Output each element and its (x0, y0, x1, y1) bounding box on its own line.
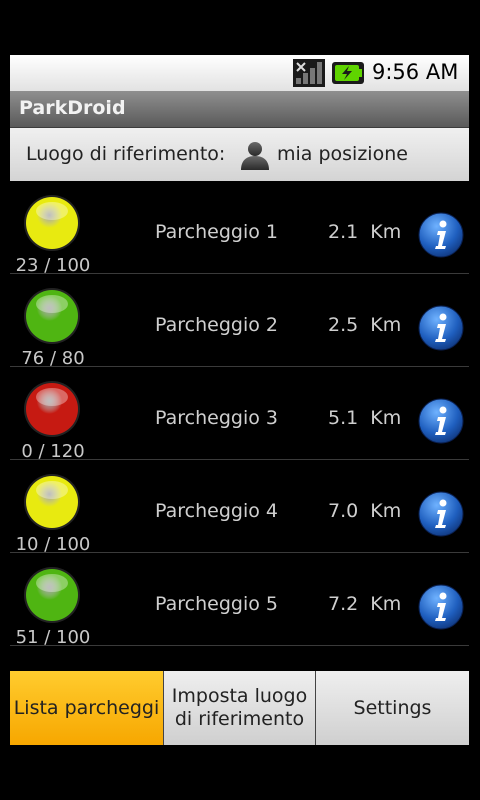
availability-count: 23 / 100 (15, 255, 91, 276)
reference-value: mia posizione (277, 143, 408, 165)
parking-name: Parcheggio 4 (155, 500, 278, 522)
info-icon[interactable] (418, 305, 464, 351)
parking-name: Parcheggio 2 (155, 314, 278, 336)
reference-label: Luogo di riferimento: (26, 143, 226, 165)
parking-row[interactable]: 0 / 120 Parcheggio 3 5.1 Km (10, 367, 469, 462)
parking-name: Parcheggio 5 (155, 593, 278, 615)
clock: 9:56 AM (372, 60, 459, 84)
tab-imposta-luogo[interactable]: Imposta luogo di riferimento (164, 671, 316, 745)
parking-distance: 7.0 Km (328, 500, 402, 522)
availability-count: 51 / 100 (15, 627, 91, 648)
availability-light-icon (24, 288, 80, 344)
parking-distance: 2.5 Km (328, 314, 402, 336)
parking-list: 23 / 100 Parcheggio 1 2.1 Km 76 / 80 Parcheg… (10, 181, 469, 671)
availability-light-icon (24, 381, 80, 437)
app-title: ParkDroid (19, 97, 126, 119)
tab-lista-parcheggi[interactable]: Lista parcheggi (10, 671, 164, 745)
availability-light-icon (24, 474, 80, 530)
tab-bar: Lista parcheggi Imposta luogo di riferim… (10, 671, 469, 745)
reference-location-bar[interactable]: Luogo di riferimento: mia posizione (10, 128, 469, 181)
person-icon (241, 142, 269, 170)
availability-count: 10 / 100 (15, 534, 91, 555)
parking-row[interactable]: 10 / 100 Parcheggio 4 7.0 Km (10, 460, 469, 555)
parking-row[interactable]: 76 / 80 Parcheggio 2 2.5 Km (10, 274, 469, 369)
availability-light-icon (24, 195, 80, 251)
signal-icon (293, 59, 325, 87)
parking-distance: 7.2 Km (328, 593, 402, 615)
info-icon[interactable] (418, 491, 464, 537)
parking-row[interactable]: 51 / 100 Parcheggio 5 7.2 Km (10, 553, 469, 648)
phone-screen: 9:56 AM ParkDroid Luogo di riferimento: … (10, 55, 469, 745)
availability-light-icon (24, 567, 80, 623)
battery-charging-icon (332, 62, 364, 84)
title-bar: ParkDroid (10, 91, 469, 128)
tab-settings[interactable]: Settings (316, 671, 469, 745)
info-icon[interactable] (418, 398, 464, 444)
availability-count: 76 / 80 (21, 348, 85, 369)
parking-name: Parcheggio 3 (155, 407, 278, 429)
parking-distance: 2.1 Km (328, 221, 402, 243)
status-bar: 9:56 AM (10, 55, 469, 91)
info-icon[interactable] (418, 584, 464, 630)
parking-row[interactable]: 23 / 100 Parcheggio 1 2.1 Km (10, 181, 469, 276)
availability-count: 0 / 120 (21, 441, 85, 462)
parking-distance: 5.1 Km (328, 407, 402, 429)
info-icon[interactable] (418, 212, 464, 258)
parking-name: Parcheggio 1 (155, 221, 278, 243)
